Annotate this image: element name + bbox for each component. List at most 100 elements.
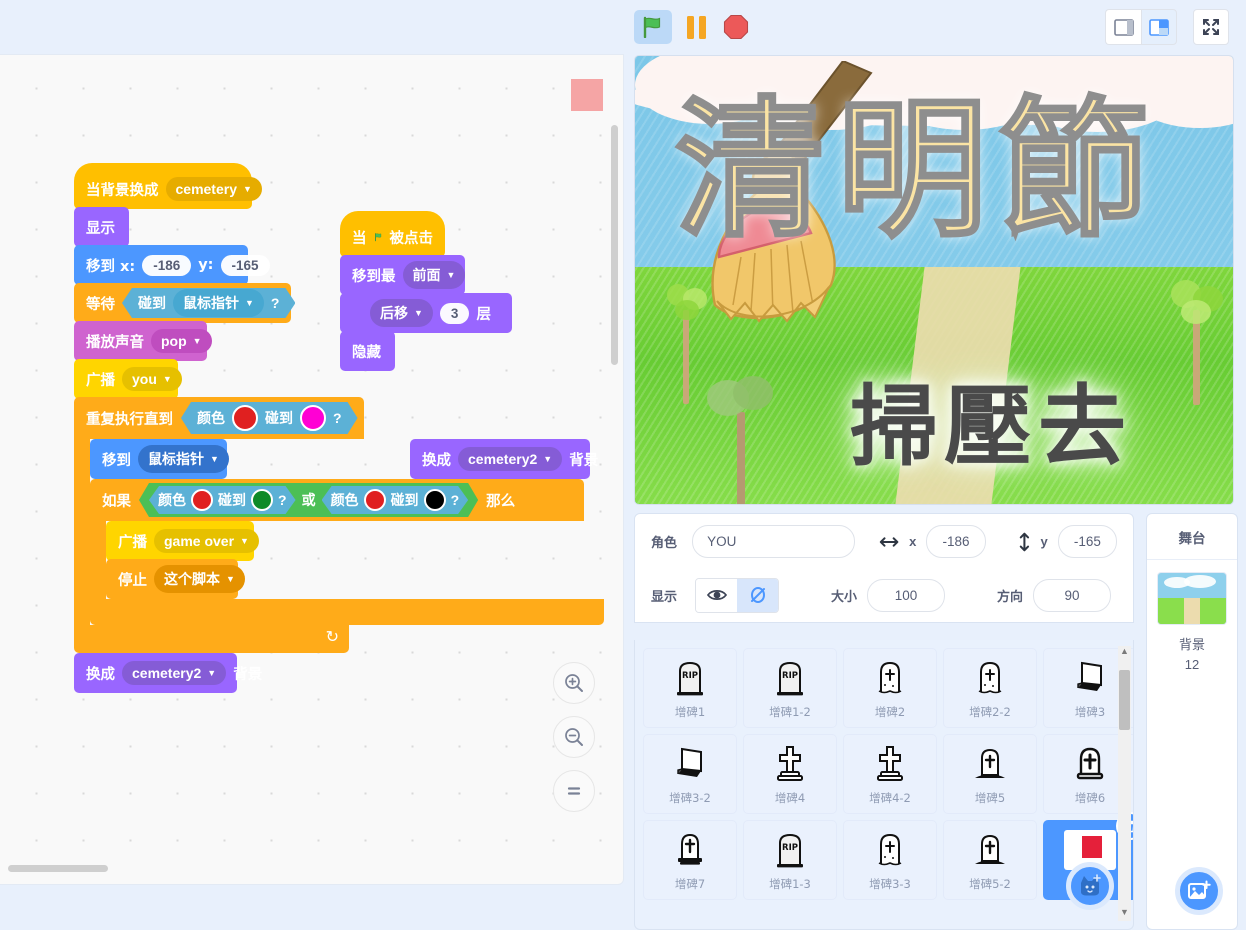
chevron-down-icon: ▼ xyxy=(543,454,553,464)
sprite-name-label: 角色 xyxy=(651,536,678,551)
block-wait-until[interactable]: 等待 碰到 鼠标指针 ▼ ? xyxy=(74,283,291,323)
canvas-vertical-scrollbar[interactable] xyxy=(611,125,618,365)
size-input[interactable]: 100 xyxy=(867,578,946,612)
goto-target-dropdown[interactable]: 鼠标指针 ▼ xyxy=(138,445,229,473)
sprite-item[interactable]: RIP 增碑1-2 xyxy=(743,648,837,728)
block-goto-pointer[interactable]: 移到 鼠标指针 ▼ xyxy=(90,439,229,479)
fullscreen-button[interactable] xyxy=(1193,9,1229,45)
script-backdrop-cemetery[interactable]: 当背景换成 cemetery ▼ 显示 移到 x: -186 y: -165 等… xyxy=(74,163,604,693)
block-switch-backdrop[interactable]: 换成 cemetery2 ▼ 背景 xyxy=(74,653,262,693)
pause-button[interactable] xyxy=(680,11,712,43)
block-show[interactable]: 显示 xyxy=(74,207,129,247)
chevron-down-icon: ▼ xyxy=(192,336,202,346)
svg-text:RIP: RIP xyxy=(782,843,798,853)
block-when-flag-clicked[interactable]: 当 被点击 xyxy=(340,211,445,257)
chevron-down-icon: ▼ xyxy=(162,374,172,384)
direction-value: 90 xyxy=(1064,587,1080,603)
color-condition-1[interactable]: 颜色 碰到 ? xyxy=(149,486,296,514)
sprite-item[interactable]: 增碑7 xyxy=(643,820,737,900)
block-if-then[interactable]: 如果 颜色 碰到 ? 或 颜色 碰到 ? 那么 广播 game over ▼ 停… xyxy=(90,479,604,625)
layers-input[interactable]: 3 xyxy=(439,302,470,324)
block-play-sound[interactable]: 播放声音 pop ▼ xyxy=(74,321,212,361)
stage-selector-panel[interactable]: 舞台 背景 12 xyxy=(1146,513,1238,930)
block-switch-backdrop-detached[interactable]: 换成 cemetery2 ▼ 背景 xyxy=(410,439,598,479)
block-label: 移到最 xyxy=(352,268,396,285)
color-swatch-b[interactable] xyxy=(300,405,326,431)
stage-layout-group xyxy=(1105,9,1177,45)
sprite-item[interactable]: 增碑2-2 xyxy=(943,648,1037,728)
block-hide[interactable]: 隐藏 xyxy=(340,331,395,371)
color-touching-condition[interactable]: 颜色 碰到 ? xyxy=(181,402,358,434)
zoom-reset-button[interactable] xyxy=(553,770,595,812)
touching-condition[interactable]: 碰到 鼠标指针 ▼ ? xyxy=(122,288,295,318)
block-go-to-front[interactable]: 移到最 前面 ▼ xyxy=(340,255,466,295)
direction-input[interactable]: 90 xyxy=(1033,578,1112,612)
block-label: 重复执行直到 xyxy=(86,411,173,428)
sprite-list-panel[interactable]: RIP 增碑1 RIP 增碑1-2 增碑2 增碑2-2 增碑3 增碑3-2 增碑… xyxy=(634,640,1134,930)
or-operator[interactable]: 颜色 碰到 ? 或 颜色 碰到 ? xyxy=(139,483,478,517)
block-repeat-until[interactable]: 重复执行直到 颜色 碰到 ? 移到 鼠标指针 ▼ 如果 颜色 碰到 ? 或 颜色… xyxy=(74,397,604,653)
block-broadcast-you[interactable]: 广播 you ▼ xyxy=(74,359,182,399)
x-input[interactable]: -186 xyxy=(926,525,986,558)
small-stage-button[interactable] xyxy=(1105,9,1141,45)
backdrop-thumbnail[interactable] xyxy=(1157,572,1227,625)
y-input[interactable]: -165 xyxy=(220,254,270,276)
tombstone-slab-icon xyxy=(670,743,710,788)
sprite-item[interactable]: 增碑4 xyxy=(743,734,837,814)
zoom-in-button[interactable] xyxy=(553,662,595,704)
block-when-backdrop-switches[interactable]: 当背景换成 cemetery ▼ xyxy=(74,163,262,212)
color-swatch-a[interactable] xyxy=(232,405,258,431)
sprite-item[interactable]: 增碑4-2 xyxy=(843,734,937,814)
scroll-thumb[interactable] xyxy=(1119,670,1130,730)
broadcast-dropdown[interactable]: game over ▼ xyxy=(154,529,259,553)
block-change-layers[interactable]: 后移 ▼ 3 层 xyxy=(340,293,512,333)
block-broadcast-gameover[interactable]: 广播 game over ▼ xyxy=(106,521,259,561)
scroll-down-icon[interactable]: ▼ xyxy=(1120,907,1129,917)
scroll-up-icon[interactable]: ▲ xyxy=(1120,646,1129,656)
sprite-item[interactable]: 增碑3-3 xyxy=(843,820,937,900)
block-goto-xy[interactable]: 移到 x: -186 y: -165 xyxy=(74,245,270,285)
stage-display[interactable]: 清明節 掃壓去 xyxy=(634,55,1234,505)
sprite-item[interactable]: 增碑2 xyxy=(843,648,937,728)
code-canvas[interactable]: 当背景换成 cemetery ▼ 显示 移到 x: -186 y: -165 等… xyxy=(0,54,624,885)
color-swatch-d[interactable] xyxy=(251,489,273,511)
zoom-out-button[interactable] xyxy=(553,716,595,758)
layer-direction-dropdown[interactable]: 后移 ▼ xyxy=(370,299,433,327)
add-backdrop-button[interactable] xyxy=(1175,867,1223,915)
backdrop-dropdown[interactable]: cemetery2 ▼ xyxy=(122,661,227,685)
show-sprite-button[interactable] xyxy=(696,578,737,612)
stop-target-dropdown[interactable]: 这个脚本 ▼ xyxy=(154,565,245,593)
script-green-flag[interactable]: 当 被点击 移到最 前面 ▼ 后移 ▼ 3 层 隐藏 xyxy=(340,211,512,371)
if-header[interactable]: 如果 颜色 碰到 ? 或 颜色 碰到 ? 那么 xyxy=(90,479,584,521)
backdrop-dropdown[interactable]: cemetery2 ▼ xyxy=(458,447,563,471)
tombstone-round-icon xyxy=(1070,743,1110,788)
sprite-item[interactable]: 增碑5 xyxy=(943,734,1037,814)
sprite-item[interactable]: 增碑3-2 xyxy=(643,734,737,814)
sound-dropdown[interactable]: pop ▼ xyxy=(151,329,212,353)
backdrop-dropdown[interactable]: cemetery ▼ xyxy=(165,177,262,201)
sprite-item[interactable]: 增碑5-2 xyxy=(943,820,1037,900)
color-swatch-c[interactable] xyxy=(191,489,213,511)
layer-dropdown[interactable]: 前面 ▼ xyxy=(402,261,466,289)
y-input[interactable]: -165 xyxy=(1057,525,1118,558)
sprite-item[interactable]: RIP 增碑1 xyxy=(643,648,737,728)
if-body: 广播 game over ▼ 停止 这个脚本 ▼ xyxy=(90,521,604,599)
touching-target-dropdown[interactable]: 鼠标指针 ▼ xyxy=(173,289,264,317)
sprite-list-scrollbar[interactable]: ▲ ▼ xyxy=(1118,646,1131,921)
color-condition-2[interactable]: 颜色 碰到 ? xyxy=(322,486,469,514)
add-sprite-button[interactable] xyxy=(1066,862,1114,910)
script-detached-backdrop[interactable]: 换成 cemetery2 ▼ 背景 xyxy=(410,439,598,479)
block-stop[interactable]: 停止 这个脚本 ▼ xyxy=(106,559,245,599)
sprite-name-input[interactable]: YOU xyxy=(692,525,855,558)
hide-sprite-button[interactable] xyxy=(737,578,778,612)
canvas-horizontal-scrollbar[interactable] xyxy=(8,865,108,872)
normal-stage-button[interactable] xyxy=(1141,9,1177,45)
stop-button[interactable] xyxy=(720,11,752,43)
green-flag-button[interactable] xyxy=(634,10,672,44)
x-input[interactable]: -186 xyxy=(142,254,192,276)
color-swatch-f[interactable] xyxy=(424,489,446,511)
color-swatch-e[interactable] xyxy=(364,489,386,511)
sprite-item[interactable]: RIP 增碑1-3 xyxy=(743,820,837,900)
repeat-until-header[interactable]: 重复执行直到 颜色 碰到 ? xyxy=(74,397,364,439)
broadcast-dropdown[interactable]: you ▼ xyxy=(122,367,182,391)
